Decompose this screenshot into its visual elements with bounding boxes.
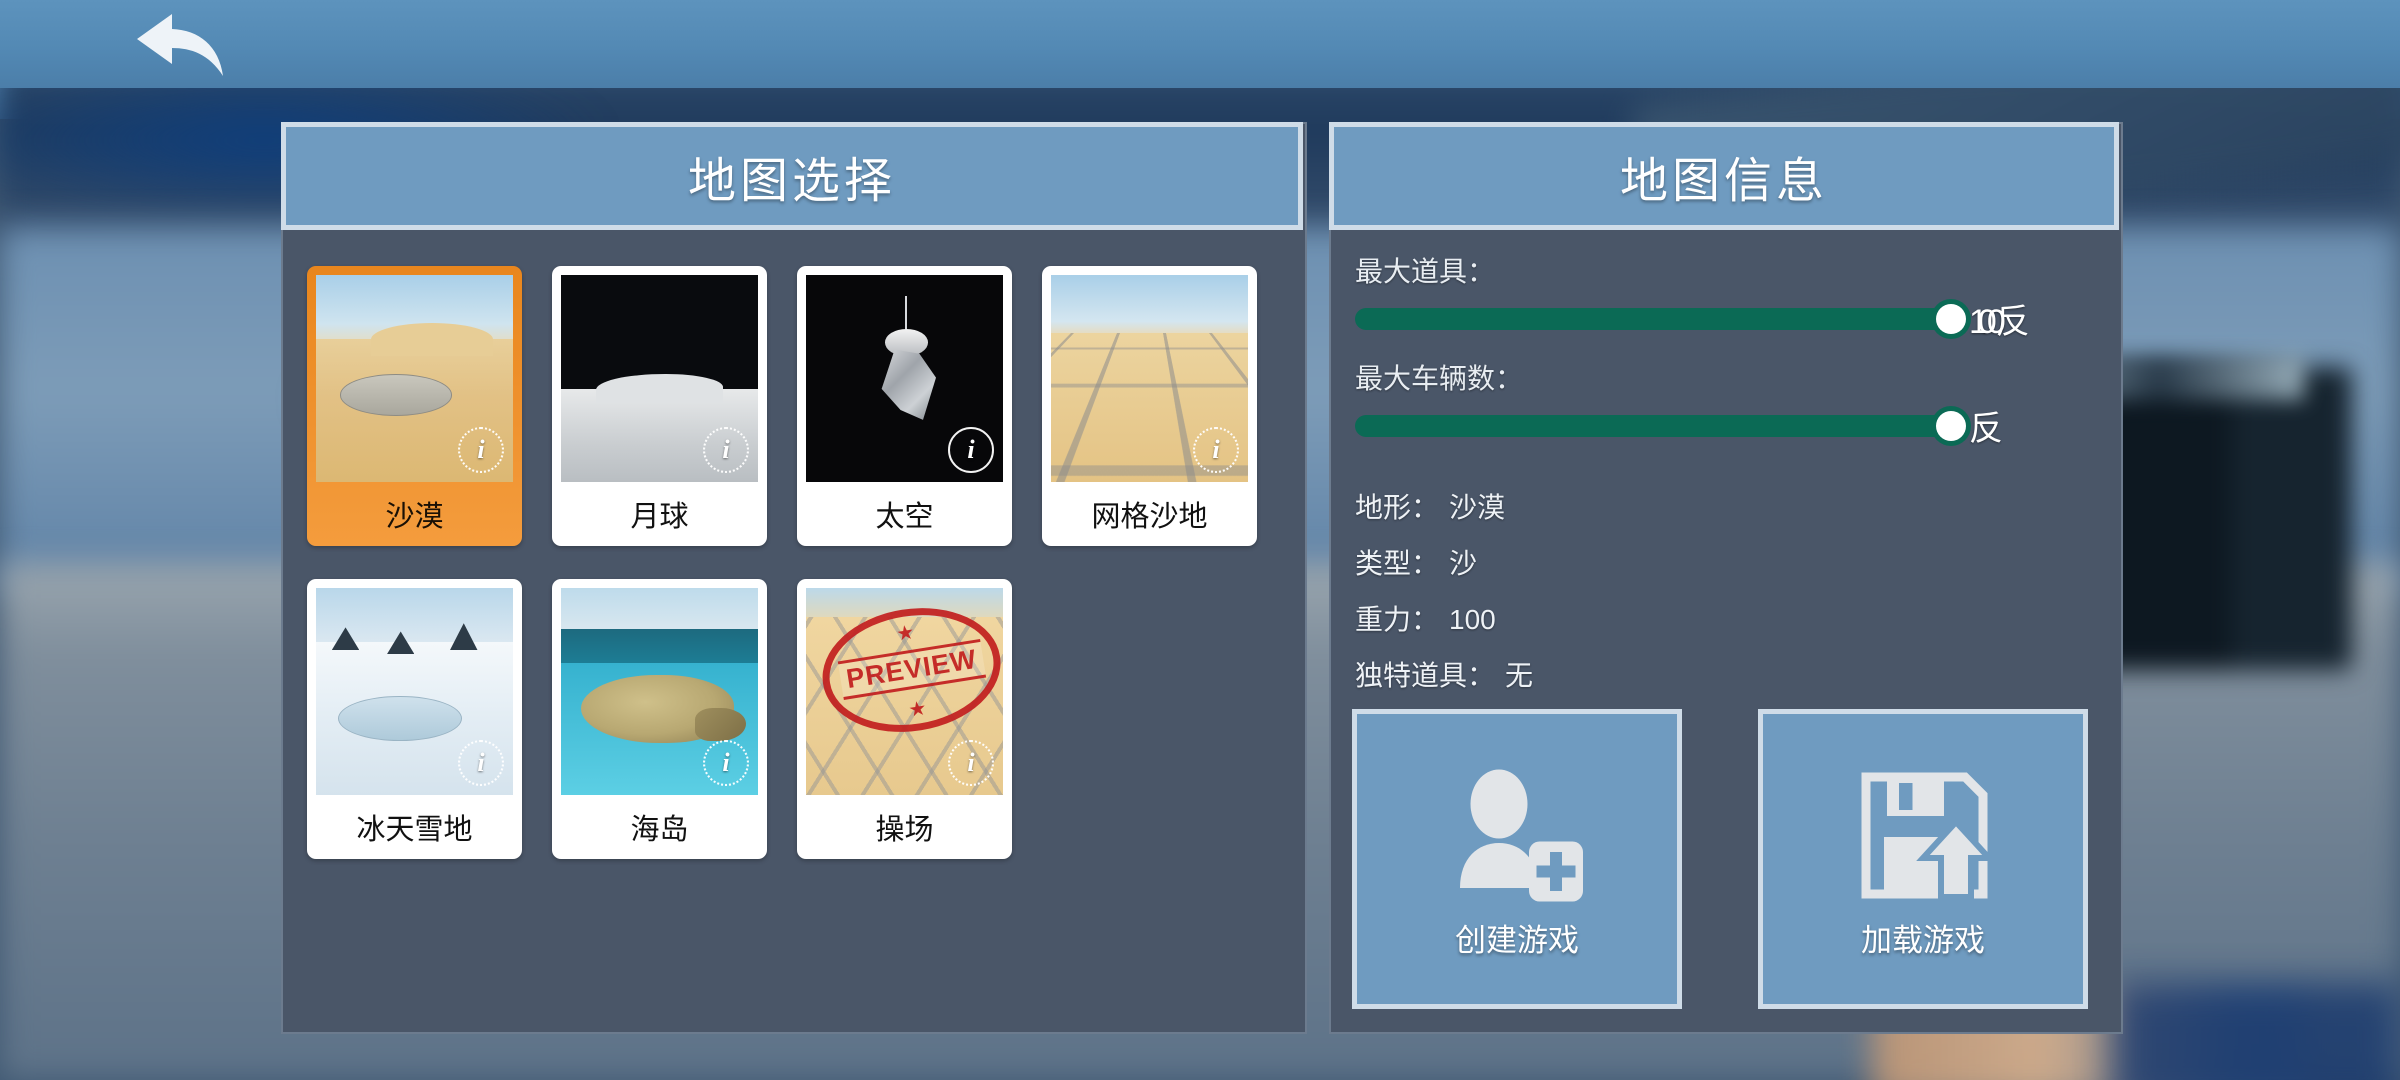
slider-row-max-vehicles: 反: [1355, 401, 2095, 450]
map-info-body: 最大道具： 100反 最大车辆数： 反 地形： 沙漠 类型： 沙重力： 100 独特道具： 无: [1355, 250, 2095, 710]
map-attribute-row: 独特道具： 无: [1355, 654, 2095, 694]
map-info-icon-desert[interactable]: i: [458, 427, 504, 473]
map-card-space[interactable]: i 太空: [797, 266, 1012, 546]
sliders-container: 最大道具： 100反最大车辆数： 反: [1355, 250, 2095, 450]
map-thumbnail-snow: i: [316, 588, 513, 795]
map-info-icon-field[interactable]: i: [948, 740, 994, 786]
map-attribute-key: 地形：: [1355, 492, 1440, 523]
load-game-button[interactable]: 加载游戏: [1758, 709, 2088, 1009]
floppy-upload-icon: [1861, 772, 1996, 900]
map-card-label: 太空: [875, 501, 934, 533]
back-arrow-icon: [137, 14, 223, 76]
background-navy-corner: [2112, 982, 2400, 1080]
map-attribute-value: 100: [1449, 604, 1496, 635]
stamp-star-bottom: ★: [906, 696, 929, 722]
map-attribute-key: 独特道具：: [1355, 660, 1496, 691]
map-info-icon-island[interactable]: i: [703, 740, 749, 786]
map-card-label: 海岛: [630, 814, 689, 846]
create-game-label: 创建游戏: [1455, 922, 1579, 958]
map-card-moon[interactable]: i 月球: [552, 266, 767, 546]
slider-group-max-props: 最大道具： 100反: [1355, 250, 2095, 343]
slider-value-max-props: 100反: [1969, 303, 2030, 341]
load-game-label: 加载游戏: [1861, 922, 1985, 958]
map-selection-title: 地图选择: [281, 122, 1303, 230]
map-thumbnail-space: i: [806, 275, 1003, 482]
create-game-button[interactable]: 创建游戏: [1352, 709, 1682, 1009]
slider-max-props[interactable]: [1355, 303, 1966, 334]
slider-group-max-vehicles: 最大车辆数： 反: [1355, 357, 2095, 450]
slider-label-max-vehicles: 最大车辆数：: [1355, 363, 1524, 394]
map-thumbnail-moon: i: [561, 275, 758, 482]
map-attribute-row: 地形： 沙漠: [1355, 486, 2095, 526]
stamp-label: PREVIEW: [837, 639, 986, 700]
slider-label-max-props: 最大道具：: [1355, 256, 1496, 287]
map-attribute-key: 类型：: [1355, 548, 1440, 579]
map-card-label: 冰天雪地: [356, 814, 473, 846]
map-card-label: 网格沙地: [1091, 501, 1208, 533]
map-info-icon-space[interactable]: i: [948, 427, 994, 473]
map-attribute-value: 无: [1505, 660, 1534, 691]
slider-knob-max-props[interactable]: [1936, 303, 1966, 334]
back-button[interactable]: [131, 6, 239, 82]
slider-max-vehicles[interactable]: [1355, 410, 1966, 441]
map-card-field[interactable]: ★ PREVIEW ★ i 操场: [797, 579, 1012, 859]
map-attribute-key: 重力：: [1355, 604, 1440, 635]
map-thumbnail-gridsand: i: [1051, 275, 1248, 482]
map-thumbnail-desert: i: [316, 275, 513, 482]
action-buttons: 创建游戏 加载游戏: [1352, 709, 2088, 1009]
map-info-icon-moon[interactable]: i: [703, 427, 749, 473]
map-info-icon-gridsand[interactable]: i: [1193, 427, 1239, 473]
slider-knob-max-vehicles[interactable]: [1936, 410, 1966, 441]
map-card-label: 月球: [630, 501, 689, 533]
map-thumbnail-island: i: [561, 588, 758, 795]
map-card-label: 操场: [875, 814, 934, 846]
slider-value-max-vehicles: 反: [1969, 410, 2003, 448]
map-thumbnail-field: ★ PREVIEW ★ i: [806, 588, 1003, 795]
map-information-title: 地图信息: [1329, 122, 2119, 230]
map-card-grid: i 沙漠 i 月球 i 太空 i 网格沙地 i 冰天雪地 i 海岛 ★ PREVIEW ★ i 操场: [307, 266, 1287, 859]
map-card-gridsand[interactable]: i 网格沙地: [1042, 266, 1257, 546]
map-attribute-row: 重力： 100: [1355, 598, 2095, 638]
slider-row-max-props: 100反: [1355, 294, 2095, 343]
map-attribute-value: 沙: [1449, 548, 1478, 579]
map-info-icon-snow[interactable]: i: [458, 740, 504, 786]
map-card-desert[interactable]: i 沙漠: [307, 266, 522, 546]
stamp-star-top: ★: [894, 620, 917, 646]
map-attribute-value: 沙漠: [1449, 492, 1506, 523]
map-card-island[interactable]: i 海岛: [552, 579, 767, 859]
user-plus-icon: [1460, 769, 1583, 901]
map-attribute-row: 类型： 沙: [1355, 542, 2095, 582]
map-card-label: 沙漠: [385, 501, 444, 533]
map-card-snow[interactable]: i 冰天雪地: [307, 579, 522, 859]
top-bar: [0, 0, 2400, 88]
map-attributes-list: 地形： 沙漠 类型： 沙重力： 100 独特道具： 无: [1355, 486, 2095, 694]
